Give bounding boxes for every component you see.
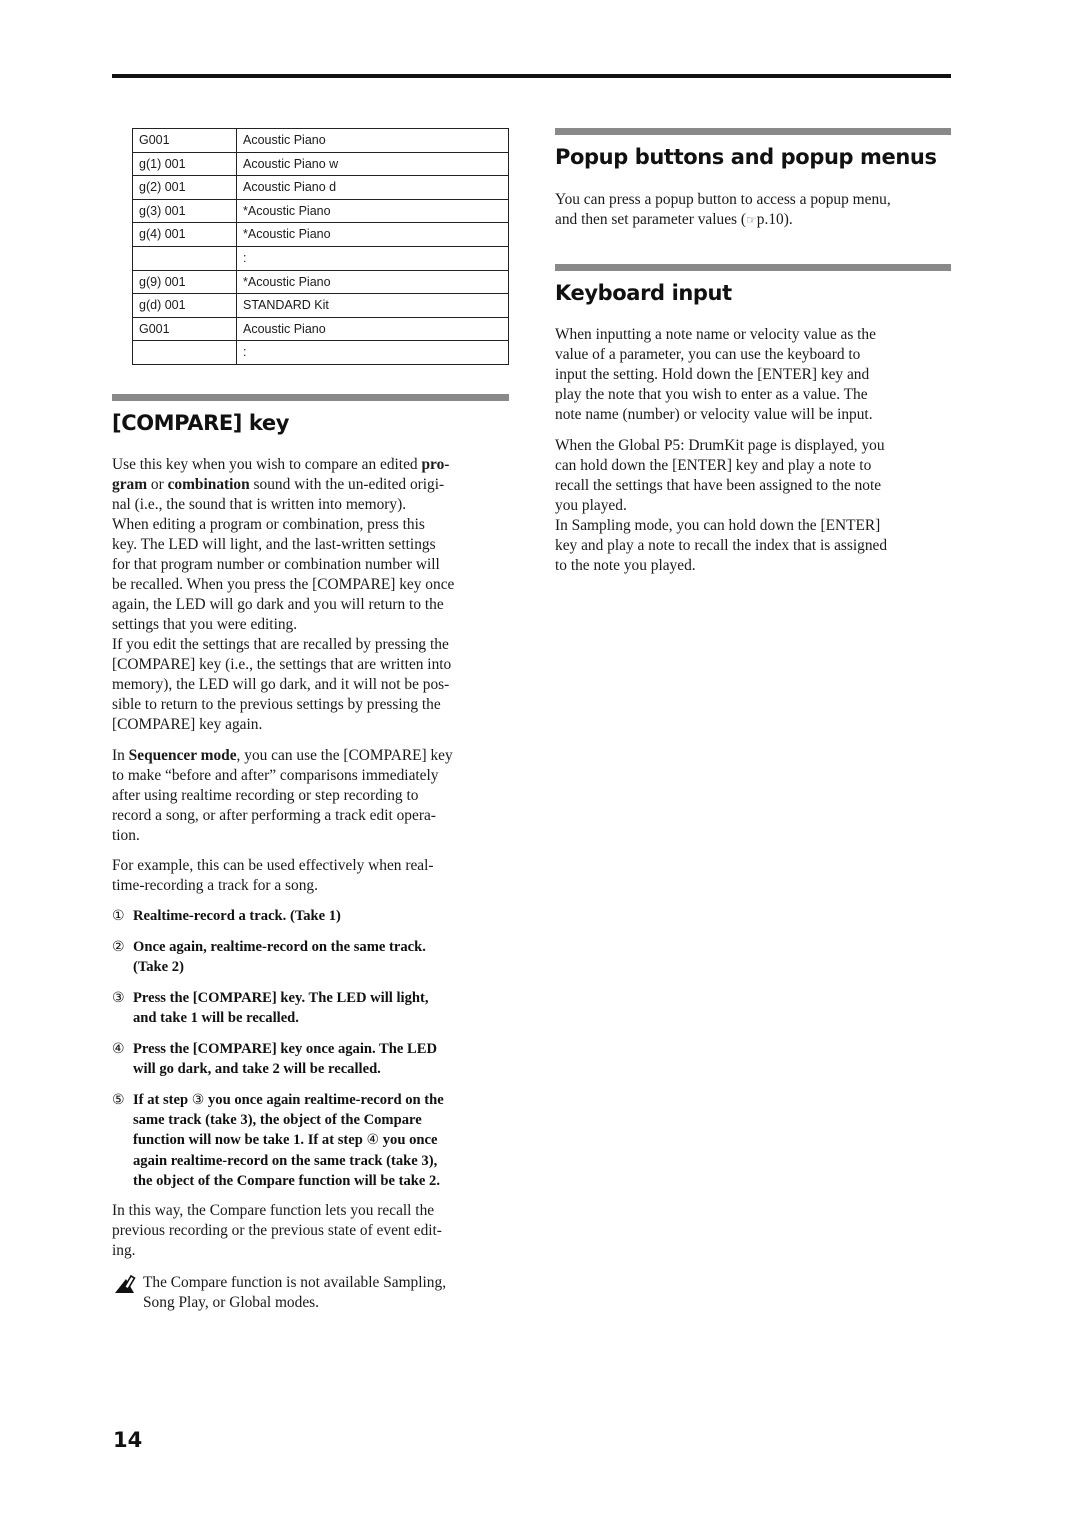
step-number: ⑤ xyxy=(112,1092,125,1108)
table-row: : xyxy=(132,245,509,271)
bank-cell: G001 xyxy=(132,128,237,153)
bank-cell: g(2) 001 xyxy=(132,175,237,200)
keyboard-paragraph-2: When the Global P5: DrumKit page is disp… xyxy=(555,437,888,574)
name-cell: : xyxy=(236,245,509,271)
compare-note: The Compare function is not available Sa… xyxy=(143,1274,447,1311)
program-table: G001 Acoustic Piano g(1) 001 Acoustic Piano… xyxy=(132,128,509,365)
table-row: : xyxy=(132,340,509,365)
section-divider xyxy=(112,394,509,401)
name-cell: Acoustic Piano w xyxy=(236,151,509,177)
name-cell: *Acoustic Piano xyxy=(236,222,509,247)
table-row: g(3) 001 *Acoustic Piano xyxy=(132,198,509,224)
step-3: ③ Press the [COMPARE] key. The LED will l… xyxy=(112,990,429,1027)
header-rule xyxy=(112,74,951,78)
bank-cell xyxy=(132,245,237,271)
table-row: g(d) 001 STANDARD Kit xyxy=(132,293,509,318)
keyboard-paragraph-1: When inputting a note name or velocity v… xyxy=(555,326,876,423)
table-row: g(4) 001 *Acoustic Piano xyxy=(132,222,509,247)
popup-paragraph: You can press a popup button to access a… xyxy=(555,191,891,228)
step-number: ① xyxy=(112,908,125,924)
section-title-compare: [COMPARE] key xyxy=(112,411,290,435)
step-number: ③ xyxy=(112,990,125,1006)
compare-paragraph-3: For example, this can be used effectivel… xyxy=(112,857,434,894)
name-cell: Acoustic Piano xyxy=(236,316,509,342)
table-row: G001 Acoustic Piano xyxy=(132,128,509,153)
compare-paragraph-1: Use this key when you wish to compare an… xyxy=(112,456,455,733)
table-row: g(2) 001 Acoustic Piano d xyxy=(132,175,509,200)
bank-cell: g(3) 001 xyxy=(132,198,237,224)
name-cell: *Acoustic Piano xyxy=(236,198,509,224)
name-cell: Acoustic Piano d xyxy=(236,175,509,200)
compare-paragraph-2: In Sequencer mode, you can use the [COMP… xyxy=(112,747,453,844)
compare-paragraph-4: In this way, the Compare function lets y… xyxy=(112,1202,442,1259)
page-reference-icon: ☞ xyxy=(746,213,757,227)
section-divider xyxy=(555,128,951,135)
bank-cell xyxy=(132,340,237,365)
section-title-popup: Popup buttons and popup menus xyxy=(555,145,937,169)
section-divider xyxy=(555,264,951,271)
bank-cell: G001 xyxy=(132,316,237,342)
bank-cell: g(4) 001 xyxy=(132,222,237,247)
step-1: ① Realtime-record a track. (Take 1) xyxy=(112,906,523,926)
step-5: ⑤ If at step ③ you once again realtime-re… xyxy=(112,1092,444,1189)
step-number: ④ xyxy=(112,1041,125,1057)
name-cell: STANDARD Kit xyxy=(236,293,509,318)
bank-cell: g(1) 001 xyxy=(132,151,237,177)
step-2: ② Once again, realtime-record on the same… xyxy=(112,939,426,976)
step-4: ④ Press the [COMPARE] key once again. The… xyxy=(112,1041,438,1078)
table-row: g(1) 001 Acoustic Piano w xyxy=(132,151,509,177)
step-number: ② xyxy=(112,939,125,955)
caution-icon xyxy=(115,1274,136,1293)
page-number: 14 xyxy=(113,1428,143,1452)
name-cell: : xyxy=(236,340,509,365)
bank-cell: g(9) 001 xyxy=(132,269,237,295)
table-row: g(9) 001 *Acoustic Piano xyxy=(132,269,509,295)
bank-cell: g(d) 001 xyxy=(132,293,237,318)
section-title-keyboard: Keyboard input xyxy=(555,281,732,305)
table-row: G001 Acoustic Piano xyxy=(132,316,509,342)
name-cell: *Acoustic Piano xyxy=(236,269,509,295)
name-cell: Acoustic Piano xyxy=(236,128,509,153)
